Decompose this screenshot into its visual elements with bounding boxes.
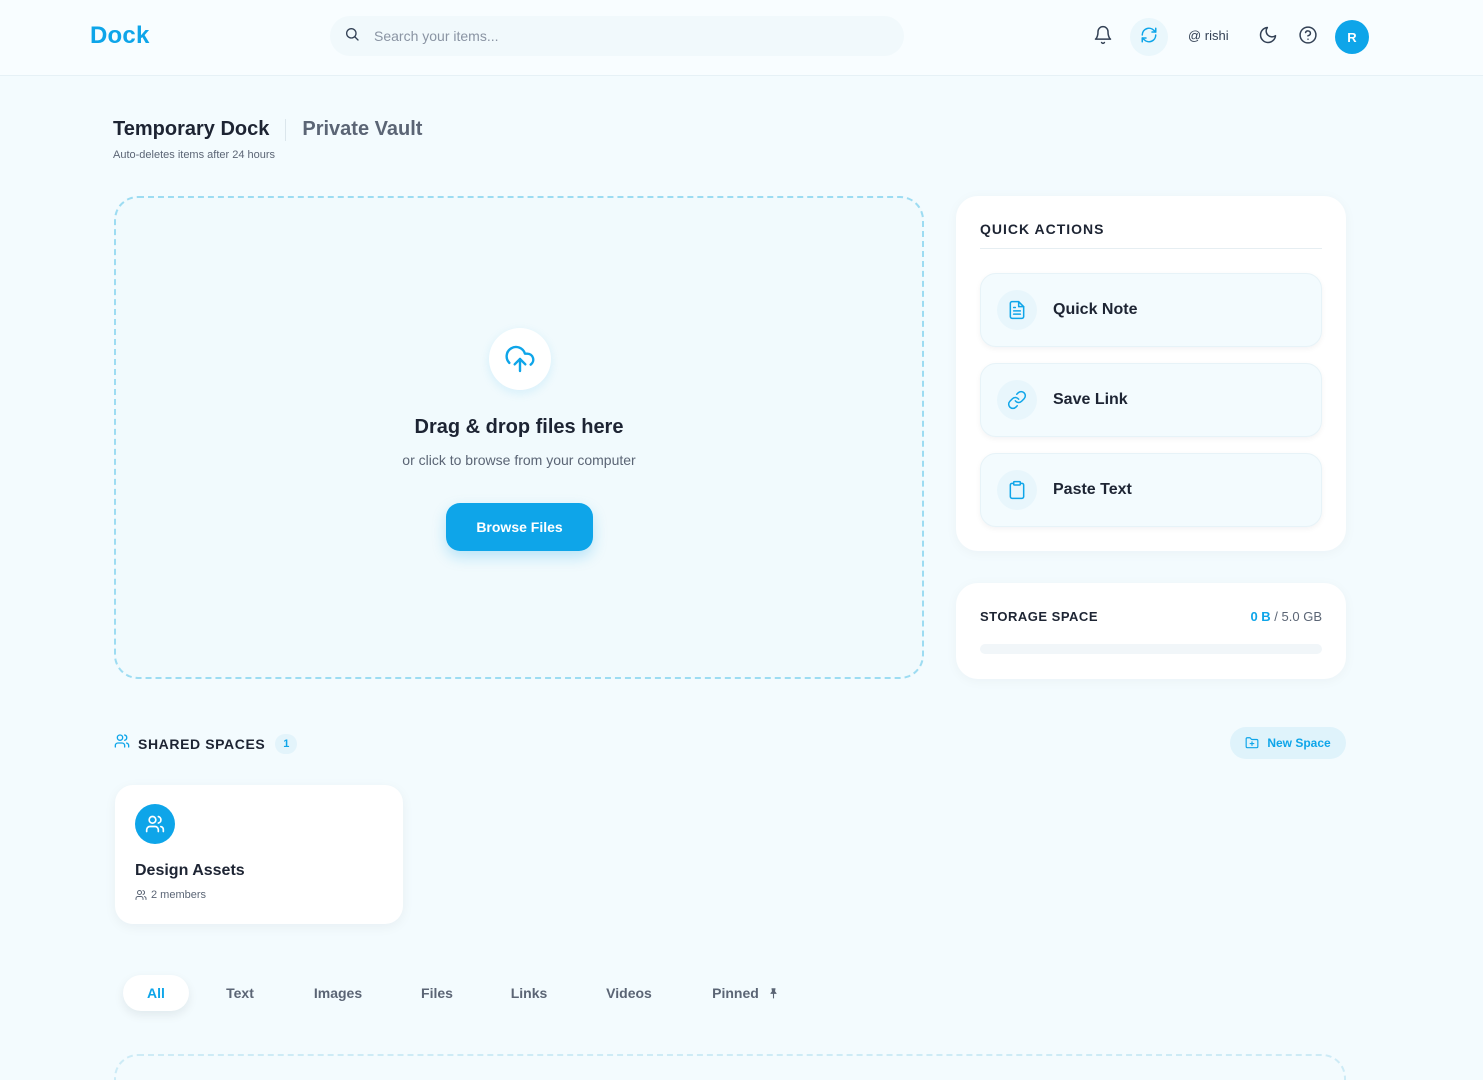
page-subtitle: Auto-deletes items after 24 hours bbox=[113, 149, 276, 161]
space-name: Design Assets bbox=[135, 862, 245, 879]
quick-actions-card: QUICK ACTIONS Quick Note Save Link Paste… bbox=[956, 196, 1346, 551]
divider bbox=[980, 248, 1322, 249]
tab-private-vault[interactable]: Private Vault bbox=[302, 118, 422, 141]
shared-spaces-header: SHARED SPACES 1 bbox=[114, 733, 298, 754]
storage-card: STORAGE SPACE 0 B / 5.0 GB bbox=[956, 583, 1346, 679]
dropzone-title: Drag & drop files here bbox=[414, 416, 624, 438]
storage-value: 0 B / 5.0 GB bbox=[1250, 609, 1322, 624]
users-icon bbox=[114, 733, 130, 754]
storage-progress-bar bbox=[980, 644, 1322, 654]
search-icon bbox=[344, 26, 360, 47]
tab-temporary-dock[interactable]: Temporary Dock bbox=[113, 118, 269, 141]
sync-icon bbox=[1140, 26, 1158, 49]
quick-actions-heading: QUICK ACTIONS bbox=[980, 221, 1105, 237]
filter-tab-files[interactable]: Files bbox=[408, 975, 466, 1011]
filter-tab-images[interactable]: Images bbox=[300, 975, 376, 1011]
cloud-upload-icon bbox=[505, 345, 535, 373]
space-card-design-assets[interactable]: Design Assets 2 members bbox=[115, 785, 403, 924]
shared-spaces-count: 1 bbox=[275, 733, 298, 754]
search-bar[interactable] bbox=[330, 16, 904, 56]
shared-spaces-heading: SHARED SPACES bbox=[138, 735, 266, 752]
help-icon[interactable] bbox=[1297, 24, 1319, 46]
browse-files-button[interactable]: Browse Files bbox=[446, 503, 593, 551]
quick-note-button[interactable]: Quick Note bbox=[980, 273, 1322, 347]
tab-divider bbox=[285, 118, 287, 141]
dropzone-subtitle: or click to browse from your computer bbox=[402, 452, 636, 468]
pin-icon bbox=[770, 987, 777, 998]
top-bar: Dock @ rishi R bbox=[0, 0, 1483, 76]
bell-icon[interactable] bbox=[1092, 24, 1114, 46]
new-space-button[interactable]: New Space bbox=[1230, 727, 1346, 759]
storage-heading: STORAGE SPACE bbox=[980, 609, 1098, 624]
filter-tab-pinned-label: Pinned bbox=[712, 985, 759, 1001]
sync-button[interactable] bbox=[1130, 18, 1168, 56]
file-dropzone[interactable]: Drag & drop files here or click to brows… bbox=[114, 196, 924, 679]
filter-tab-all[interactable]: All bbox=[123, 975, 189, 1011]
upload-badge bbox=[489, 328, 551, 390]
filter-tab-pinned[interactable]: Pinned bbox=[700, 975, 792, 1011]
note-icon bbox=[997, 290, 1037, 330]
quick-action-label: Quick Note bbox=[1053, 301, 1138, 318]
search-input[interactable] bbox=[374, 28, 854, 44]
avatar[interactable]: R bbox=[1335, 20, 1369, 54]
save-link-button[interactable]: Save Link bbox=[980, 363, 1322, 437]
filter-tab-videos[interactable]: Videos bbox=[592, 975, 666, 1011]
storage-used: 0 B bbox=[1250, 609, 1271, 624]
filter-tab-links[interactable]: Links bbox=[498, 975, 560, 1011]
items-list-area bbox=[114, 1054, 1346, 1080]
page-tabs: Temporary Dock Private Vault bbox=[113, 118, 422, 141]
clipboard-icon bbox=[997, 470, 1037, 510]
folder-plus-icon bbox=[1245, 737, 1259, 749]
filter-tab-text[interactable]: Text bbox=[212, 975, 268, 1011]
space-members: 2 members bbox=[135, 889, 206, 901]
storage-total: / 5.0 GB bbox=[1274, 609, 1322, 624]
paste-text-button[interactable]: Paste Text bbox=[980, 453, 1322, 527]
members-icon bbox=[135, 890, 147, 900]
logo[interactable]: Dock bbox=[90, 22, 150, 50]
link-icon bbox=[997, 380, 1037, 420]
quick-action-label: Paste Text bbox=[1053, 481, 1132, 498]
space-members-label: 2 members bbox=[151, 889, 207, 901]
users-icon bbox=[135, 804, 175, 844]
new-space-label: New Space bbox=[1267, 736, 1331, 750]
quick-action-label: Save Link bbox=[1053, 391, 1128, 408]
username[interactable]: @ rishi bbox=[1188, 28, 1229, 43]
moon-icon[interactable] bbox=[1257, 24, 1279, 46]
